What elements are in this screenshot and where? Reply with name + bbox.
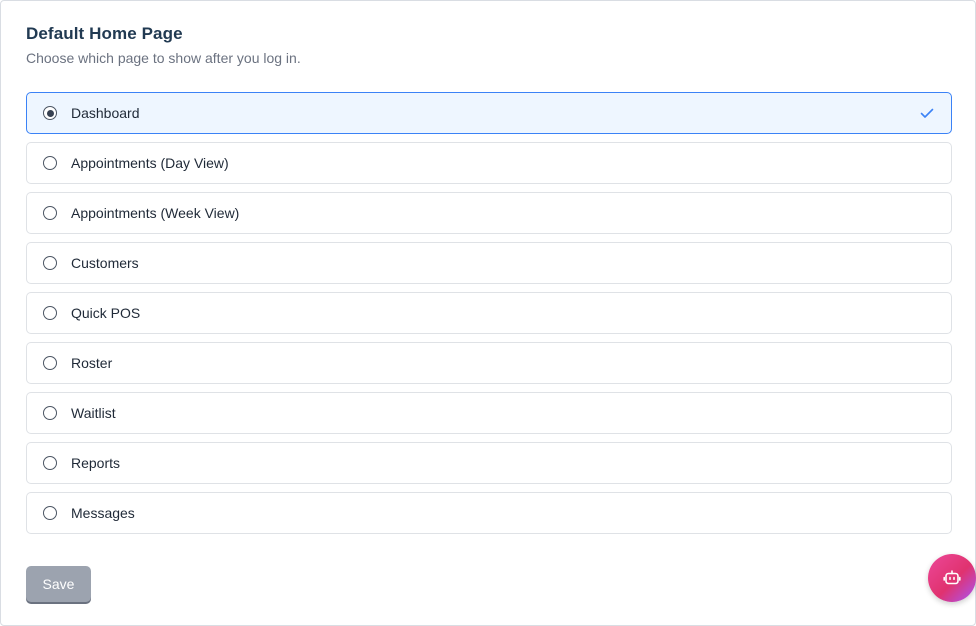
radio-button[interactable] [43, 306, 57, 320]
option-waitlist[interactable]: Waitlist [26, 392, 952, 434]
option-label: Messages [71, 505, 135, 521]
assistant-button[interactable] [928, 554, 976, 602]
option-customers[interactable]: Customers [26, 242, 952, 284]
radio-button[interactable] [43, 406, 57, 420]
check-icon [920, 108, 934, 118]
option-label: Waitlist [71, 405, 116, 421]
save-button[interactable]: Save [26, 566, 91, 602]
option-quick-pos[interactable]: Quick POS [26, 292, 952, 334]
option-label: Quick POS [71, 305, 141, 321]
option-appointments-day-view[interactable]: Appointments (Day View) [26, 142, 952, 184]
option-label: Roster [71, 355, 113, 371]
option-reports[interactable]: Reports [26, 442, 952, 484]
option-label: Dashboard [71, 105, 140, 121]
home-page-options: Dashboard Appointments (Day View) Appoin… [26, 92, 952, 542]
option-label: Appointments (Day View) [71, 155, 229, 171]
option-roster[interactable]: Roster [26, 342, 952, 384]
option-label: Customers [71, 255, 139, 271]
radio-button[interactable] [43, 456, 57, 470]
option-appointments-week-view[interactable]: Appointments (Week View) [26, 192, 952, 234]
radio-button[interactable] [43, 506, 57, 520]
radio-button[interactable] [43, 156, 57, 170]
robot-icon [943, 570, 961, 585]
page-subtitle: Choose which page to show after you log … [26, 50, 301, 66]
option-messages[interactable]: Messages [26, 492, 952, 534]
radio-dot [46, 109, 54, 117]
radio-button[interactable] [43, 256, 57, 270]
option-dashboard[interactable]: Dashboard [26, 92, 952, 134]
default-home-page-panel: Default Home Page Choose which page to s… [0, 0, 976, 626]
page-title: Default Home Page [26, 24, 183, 43]
option-label: Reports [71, 455, 121, 471]
radio-button[interactable] [43, 106, 57, 120]
radio-button[interactable] [43, 356, 57, 370]
radio-button[interactable] [43, 206, 57, 220]
option-label: Appointments (Week View) [71, 205, 240, 221]
